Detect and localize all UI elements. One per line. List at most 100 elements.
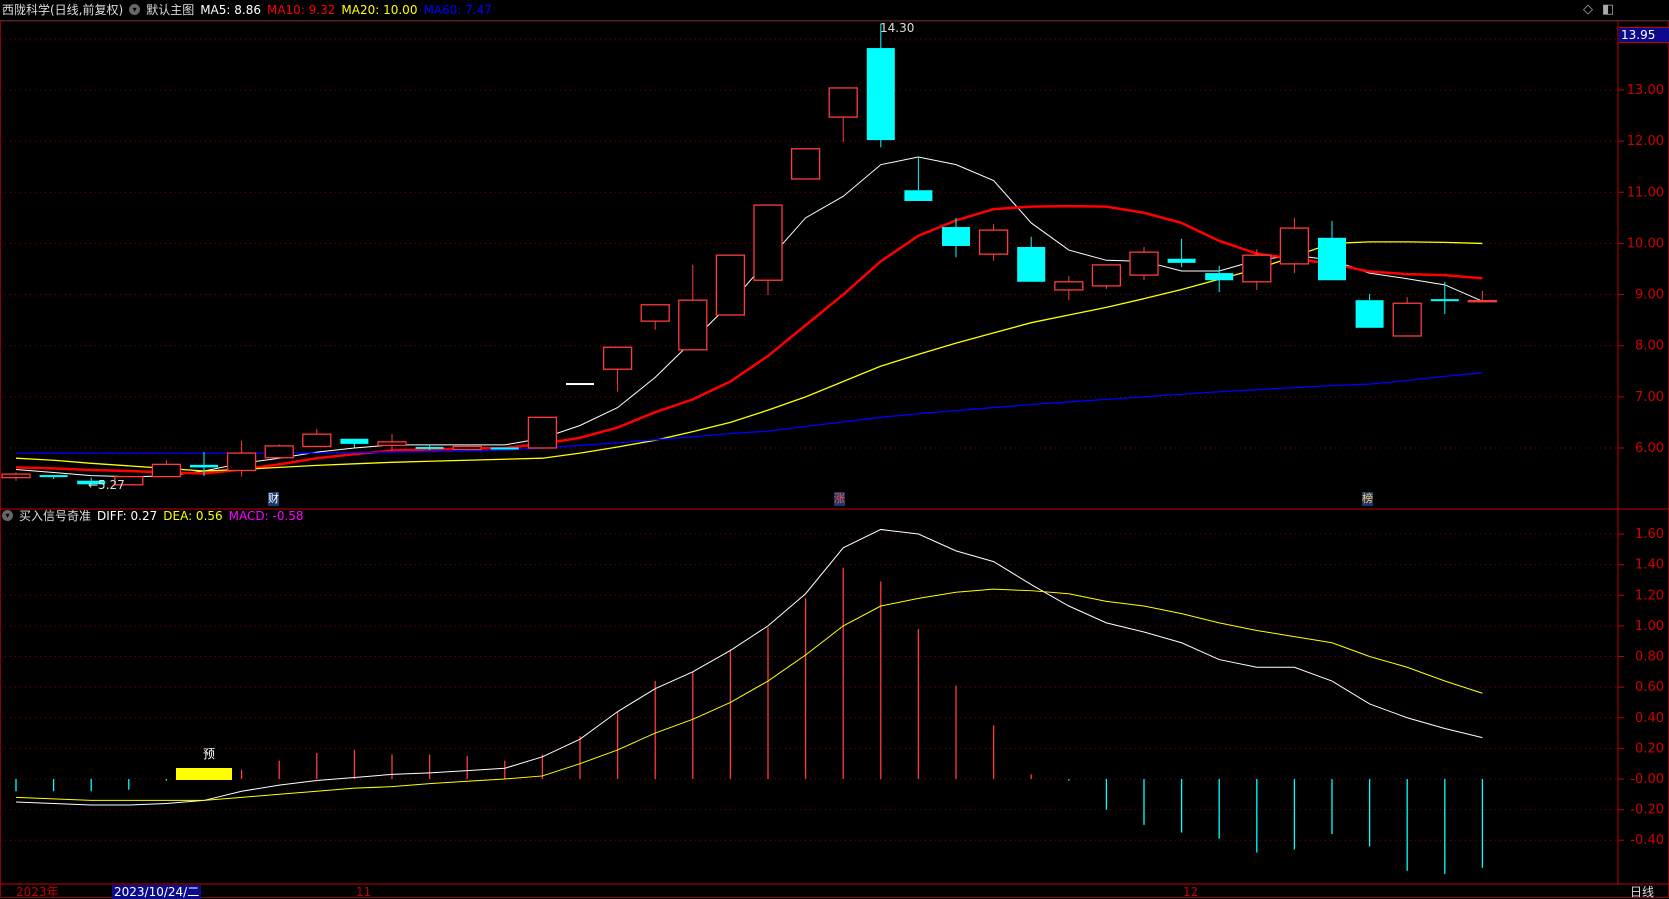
candle <box>602 346 633 392</box>
candle <box>1129 246 1159 281</box>
marker-bang[interactable]: 榜 <box>1362 492 1373 506</box>
diff-line <box>15 528 1483 806</box>
candle-body <box>866 48 895 141</box>
candle <box>377 434 407 452</box>
candle <box>1279 217 1310 274</box>
candle-body <box>942 227 970 246</box>
macd-tick-label: -0.40 <box>1630 833 1664 848</box>
year-label: 2023年 <box>16 885 59 899</box>
candle-body <box>264 445 294 459</box>
candle-body <box>1467 300 1498 303</box>
candle-body <box>1 473 31 479</box>
candle <box>753 204 783 296</box>
candle <box>1054 276 1084 301</box>
candle <box>1430 281 1459 314</box>
panel-toggle-icon[interactable]: ◧ <box>1602 2 1614 17</box>
diff-value: DIFF: 0.27 <box>97 509 158 523</box>
candle-body <box>790 148 821 180</box>
candle <box>340 438 369 448</box>
candle-body <box>377 441 407 447</box>
macd-tick-label: -0.20 <box>1630 803 1664 818</box>
diamond-icon[interactable]: ◇ <box>1583 2 1593 17</box>
stock-chart[interactable]: 13.00 12.00 11.00 10.00 9.00 8.00 7.00 6.00 1.60… <box>0 0 1669 899</box>
dea-value: DEA: 0.56 <box>163 509 223 523</box>
candle-body <box>490 447 519 450</box>
signal-bar <box>176 768 232 780</box>
candle <box>640 304 670 330</box>
candle-body <box>1392 302 1422 337</box>
candle <box>828 87 858 143</box>
chevron-down-icon[interactable]: ▾ <box>129 4 141 15</box>
macd-tick-label: 0.40 <box>1635 711 1664 726</box>
candle <box>1467 290 1498 303</box>
macd-tick-label: 1.00 <box>1635 619 1664 634</box>
candle-body <box>678 299 708 351</box>
candle <box>302 429 332 448</box>
candle-body <box>978 229 1009 255</box>
candle <box>978 223 1009 261</box>
candle-body <box>452 445 482 451</box>
candle-body <box>190 464 218 468</box>
candle <box>1242 249 1272 290</box>
ma20-value: MA20: 10.00 <box>341 3 418 17</box>
marker-cai[interactable]: 财 <box>268 492 279 506</box>
candle-body <box>640 304 670 322</box>
indicator-name[interactable]: 买入信号奇准 <box>19 507 91 525</box>
template-selector[interactable]: 默认主图 <box>146 1 194 19</box>
candle-body <box>340 438 369 444</box>
candle-body <box>1167 258 1196 263</box>
price-tick-label: 9.00 <box>1635 288 1664 303</box>
high-price-label: 14.30 <box>880 21 915 35</box>
marker-zhang[interactable]: 涨 <box>834 492 845 506</box>
macd-tick-label: -0.00 <box>1630 772 1664 787</box>
candle <box>1318 220 1346 281</box>
candle <box>1355 294 1384 328</box>
ma60-value: MA60: 7.47 <box>423 3 492 17</box>
macd-tick-label: 0.60 <box>1635 680 1664 695</box>
candle <box>527 416 558 450</box>
price-tick-label: 6.00 <box>1635 441 1664 456</box>
candle <box>1392 297 1422 337</box>
candle-body <box>715 254 746 316</box>
candle-body <box>1279 227 1310 265</box>
candle-body <box>1430 299 1459 302</box>
price-tick-label: 13.00 <box>1627 83 1664 98</box>
candle-body <box>1129 251 1159 276</box>
period-label[interactable]: 日线 <box>1630 885 1654 899</box>
candle <box>715 254 746 316</box>
ma10-value: MA10: 9.32 <box>266 3 336 17</box>
selected-date-label: 2023/10/24/二 <box>112 885 202 899</box>
macd-value: MACD: -0.58 <box>228 509 304 523</box>
main-chart-header: 西陇科学(日线,前复权) ▾ 默认主图 MA5: 8.86 MA10: 9.32… <box>2 1 492 19</box>
macd-tick-label: 1.60 <box>1635 527 1664 542</box>
candle <box>866 23 895 148</box>
candle-body <box>566 383 594 386</box>
candle <box>904 156 933 201</box>
candle <box>678 264 708 351</box>
candle <box>1205 265 1234 293</box>
price-tick-label: 12.00 <box>1627 134 1664 149</box>
candle-body <box>1091 264 1122 287</box>
candle-body <box>753 204 783 281</box>
candle-body <box>226 452 257 472</box>
candle-body <box>415 446 444 449</box>
candle-body <box>39 475 68 478</box>
candle-body <box>527 416 558 449</box>
price-tick-label: 10.00 <box>1627 236 1664 251</box>
macd-tick-label: 0.20 <box>1635 741 1664 756</box>
candle <box>490 447 519 450</box>
chevron-down-icon[interactable]: ▾ <box>2 510 13 521</box>
candle-body <box>1318 237 1346 281</box>
candle-body <box>1205 273 1234 281</box>
price-cursor-label: 13.95 <box>1619 27 1669 43</box>
month-label-12: 12 <box>1183 885 1199 899</box>
ma5-value: MA5: 8.86 <box>200 3 261 17</box>
candle-body <box>1242 254 1272 283</box>
stock-title[interactable]: 西陇科学(日线,前复权) <box>2 1 123 19</box>
candle-body <box>904 190 933 201</box>
marker-yu: 预 <box>203 747 216 761</box>
macd-tick-label: 0.80 <box>1635 650 1664 665</box>
ma10-line <box>15 204 1483 475</box>
price-tick-label: 8.00 <box>1635 339 1664 354</box>
candle <box>151 460 182 478</box>
